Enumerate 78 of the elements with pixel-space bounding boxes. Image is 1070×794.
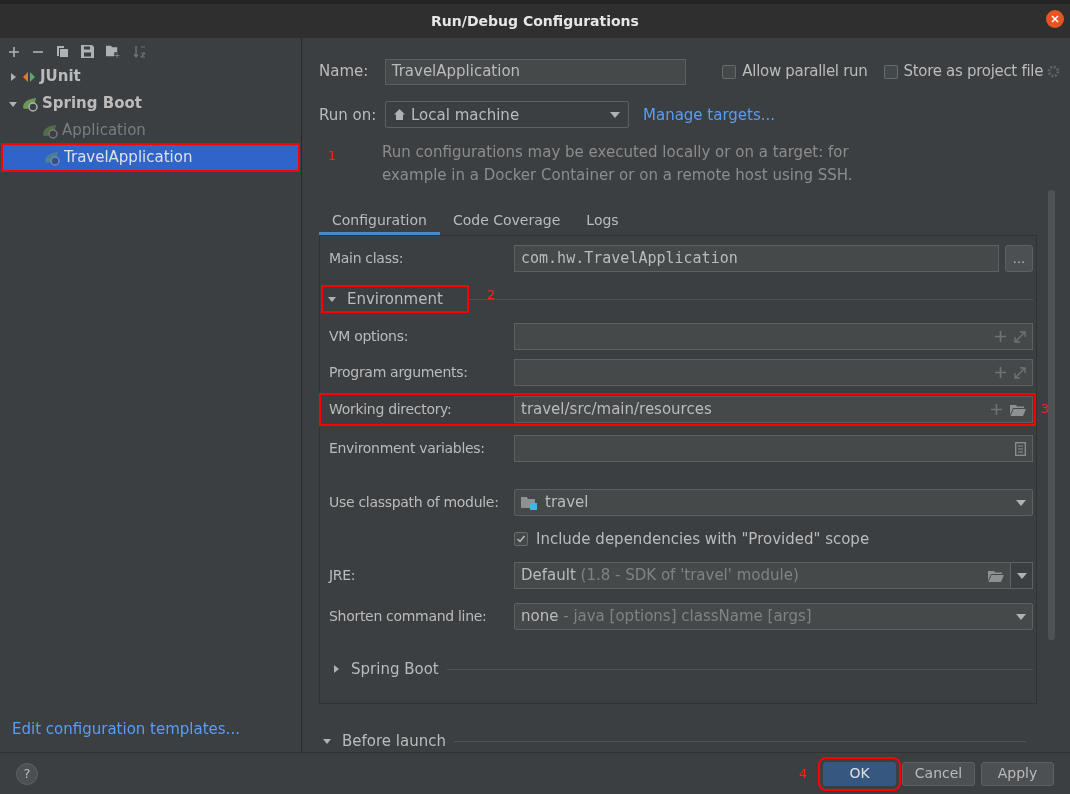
checkbox-label[interactable]: Include dependencies with "Provided" scope xyxy=(536,527,870,551)
dialog-button[interactable]: Apply xyxy=(981,761,1054,786)
close-button[interactable] xyxy=(1046,10,1064,28)
field-label: Program arguments: xyxy=(329,363,469,382)
input-field[interactable] xyxy=(514,435,1033,462)
dropdown-arrow-icon xyxy=(1016,572,1027,579)
option-label[interactable]: Allow parallel run xyxy=(742,60,868,83)
close-icon xyxy=(1051,15,1059,23)
help-button[interactable]: ? xyxy=(16,762,38,785)
leaf-icon xyxy=(22,95,38,112)
annotation-number: 1 xyxy=(328,147,337,165)
caret-icon[interactable] xyxy=(327,294,337,304)
input-field[interactable] xyxy=(514,323,1033,350)
tree-item[interactable]: Application xyxy=(0,117,301,144)
plus-icon[interactable] xyxy=(995,367,1006,378)
caret-icon[interactable] xyxy=(322,736,332,746)
dialog-button[interactable]: Cancel xyxy=(902,761,975,786)
dropdown-arrow-icon xyxy=(1016,499,1026,506)
input-field[interactable]: travel/src/main/resources xyxy=(514,396,1033,423)
description-text: example in a Docker Container or on a remote host using SSH. xyxy=(382,164,854,186)
save-icon[interactable] xyxy=(81,45,94,58)
jre-dropdown-button[interactable] xyxy=(1011,562,1033,589)
run-on-dropdown[interactable]: Local machine xyxy=(385,101,629,129)
browse-button[interactable]: ... xyxy=(1005,245,1033,272)
new-folder-icon[interactable] xyxy=(106,45,121,58)
leaf-icon xyxy=(44,149,60,166)
section-header[interactable]: Spring Boot xyxy=(329,657,439,681)
sort-icon[interactable] xyxy=(133,44,147,59)
home-icon xyxy=(394,109,405,121)
document-icon[interactable] xyxy=(1015,441,1026,456)
name-label: Name: xyxy=(319,61,370,83)
plus-icon[interactable] xyxy=(991,404,1002,415)
main-class-field[interactable]: com.hw.TravelApplication xyxy=(514,245,999,272)
expand-icon[interactable] xyxy=(1014,330,1026,343)
chevron-icon[interactable] xyxy=(8,71,18,82)
checkbox[interactable] xyxy=(722,64,737,79)
manage-targets-link[interactable]: Manage targets... xyxy=(643,103,776,127)
field-label: JRE: xyxy=(329,566,357,585)
environment-section[interactable]: Environment xyxy=(321,285,469,313)
option-label[interactable]: Store as project file xyxy=(903,60,1044,83)
field-label: VM options: xyxy=(329,327,410,346)
annotation-number: 3 xyxy=(1040,400,1049,418)
run-on-label: Run on: xyxy=(319,104,378,126)
folder-icon[interactable] xyxy=(1010,403,1026,416)
tree-item[interactable]: JUnit xyxy=(0,63,301,90)
field-label: Shorten command line: xyxy=(329,607,488,626)
field-label: Main class: xyxy=(329,249,405,268)
module-folder-icon xyxy=(521,495,537,510)
name-field[interactable]: TravelApplication xyxy=(384,58,687,85)
checkbox[interactable] xyxy=(883,64,898,79)
description-text: Run configurations may be executed locally or on a target: for xyxy=(382,141,850,163)
caret-icon[interactable] xyxy=(331,664,341,674)
tab[interactable]: Code Coverage xyxy=(439,208,574,235)
field-label: Environment variables: xyxy=(329,439,486,458)
window-title: Run/Debug Configurations xyxy=(431,11,639,31)
folder-icon[interactable] xyxy=(988,569,1004,582)
field-label: Working directory: xyxy=(329,400,453,419)
gear-icon[interactable] xyxy=(1047,65,1060,79)
shorten-dropdown[interactable]: none - java [options] className [args] xyxy=(514,603,1033,630)
tab[interactable]: Logs xyxy=(573,208,632,235)
leaf-icon xyxy=(42,122,58,139)
section-header[interactable]: Before launch xyxy=(319,729,446,753)
tree-item[interactable]: Spring Boot xyxy=(0,90,301,117)
edit-templates-link[interactable]: Edit configuration templates... xyxy=(0,717,301,740)
input-field[interactable] xyxy=(514,359,1033,386)
plus-icon[interactable] xyxy=(995,331,1006,342)
jre-field[interactable]: Default (1.8 - SDK of 'travel' module) xyxy=(514,562,1011,589)
annotation-number: 2 xyxy=(487,286,496,304)
module-dropdown[interactable]: travel xyxy=(514,489,1033,516)
copy-icon[interactable] xyxy=(56,45,69,58)
dropdown-arrow-icon xyxy=(610,112,620,118)
expand-icon[interactable] xyxy=(1014,366,1026,379)
add-icon[interactable] xyxy=(8,45,20,58)
dropdown-arrow-icon xyxy=(1016,613,1026,620)
checkbox[interactable] xyxy=(514,532,528,546)
annotation-number: 4 xyxy=(799,765,808,784)
junit-icon xyxy=(22,69,36,84)
field-label: Use classpath of module: xyxy=(329,493,500,512)
